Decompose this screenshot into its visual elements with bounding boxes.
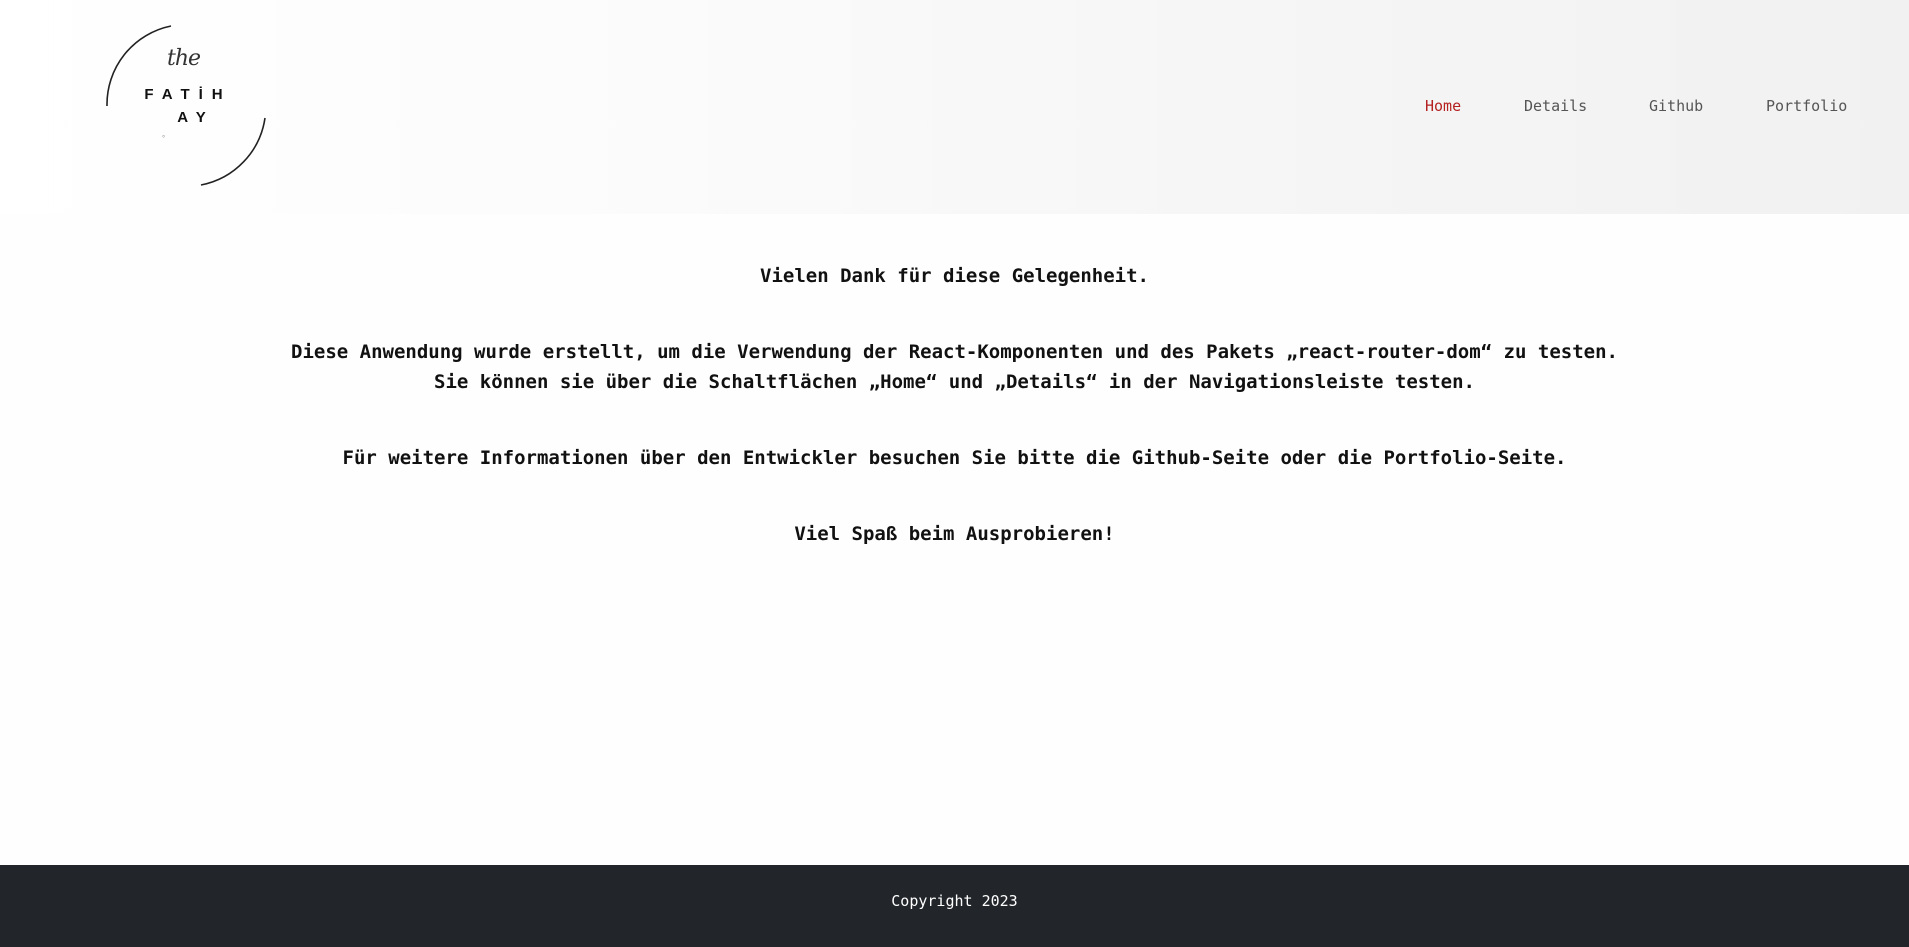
site-header: the FATİH AY ° Home Details Github Portf… <box>0 0 1909 214</box>
copyright-text: Copyright 2023 <box>891 892 1018 910</box>
intro-text: Diese Anwendung wurde erstellt, um die V… <box>291 341 1618 363</box>
nav-github-link[interactable]: Github <box>1649 97 1703 115</box>
main-content: Vielen Dank für diese Gelegenheit. Diese… <box>0 214 1909 865</box>
instructions-text: Sie können sie über die Schaltflächen „H… <box>434 371 1475 393</box>
thanks-text: Vielen Dank für diese Gelegenheit. <box>760 265 1149 287</box>
logo-mark: ° <box>162 134 166 143</box>
nav-home-link[interactable]: Home <box>1425 97 1461 115</box>
logo-the-text: the <box>167 46 201 71</box>
enjoy-text: Viel Spaß beim Ausprobieren! <box>794 523 1115 545</box>
main-nav: Home Details Github Portfolio <box>0 97 1909 117</box>
page: the FATİH AY ° Home Details Github Portf… <box>0 0 1909 947</box>
site-footer: Copyright 2023 <box>0 865 1909 947</box>
more-info-text: Für weitere Informationen über den Entwi… <box>342 447 1567 469</box>
nav-details-link[interactable]: Details <box>1524 97 1587 115</box>
nav-portfolio-link[interactable]: Portfolio <box>1766 97 1847 115</box>
